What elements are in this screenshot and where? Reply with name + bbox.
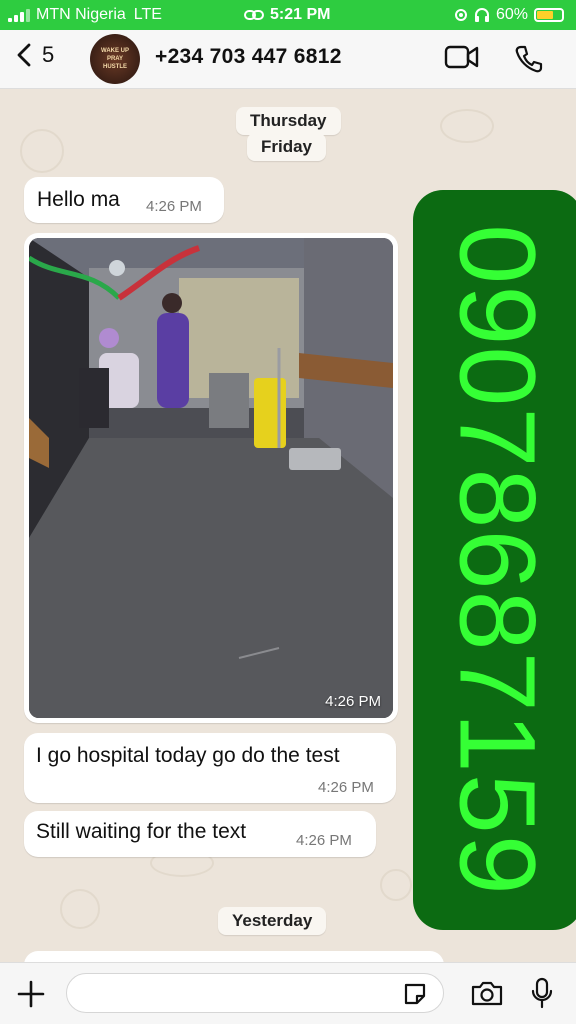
chat-header: 5 WAKE UP PRAY HUSTLE +234 703 447 6812 <box>0 30 576 89</box>
wallpaper-doodle <box>20 129 64 173</box>
message-bubble[interactable]: Hello ma 4:26 PM <box>24 177 224 223</box>
back-button[interactable]: 5 <box>16 42 54 68</box>
phone-number-overlay: 09078687159 <box>413 190 576 930</box>
location-icon <box>454 9 467 21</box>
wallpaper-doodle <box>60 889 100 929</box>
status-bar: MTN Nigeria LTE 5:21 PM 60% <box>0 0 576 30</box>
avatar-text-3: HUSTLE <box>103 64 127 70</box>
battery-icon <box>534 8 564 22</box>
message-time: 4:26 PM <box>318 779 374 796</box>
headphones-icon <box>474 8 489 22</box>
message-input[interactable] <box>66 973 444 1013</box>
photo-message-bubble[interactable]: 4:26 PM <box>24 233 398 723</box>
message-time: 4:26 PM <box>146 198 202 215</box>
sticker-button[interactable] <box>402 981 428 1012</box>
message-bubble[interactable]: I go hospital today go do the test 4:26 … <box>24 733 396 803</box>
sticker-icon <box>404 983 426 1005</box>
date-chip-yesterday: Yesterday <box>218 907 327 935</box>
message-bubble[interactable]: Still waiting for the text 4:26 PM <box>24 811 376 857</box>
carrier: MTN Nigeria LTE <box>36 6 162 24</box>
wallpaper-doodle <box>380 869 412 901</box>
plus-icon <box>17 980 45 1008</box>
contact-name[interactable]: +234 703 447 6812 <box>155 45 342 69</box>
photo-attachment[interactable]: 4:26 PM <box>29 238 393 718</box>
microphone-icon <box>531 977 553 1009</box>
signal-strength-icon <box>8 9 30 22</box>
link-icon <box>244 10 264 20</box>
network-type: LTE <box>133 6 162 23</box>
photo-time: 4:26 PM <box>325 693 381 710</box>
message-bubble-partial[interactable] <box>24 951 444 962</box>
carrier-name: MTN Nigeria <box>36 6 126 23</box>
avatar[interactable]: WAKE UP PRAY HUSTLE <box>90 34 140 84</box>
battery-percent: 60% <box>495 6 528 23</box>
phone-icon <box>515 45 543 73</box>
camera-button[interactable] <box>470 979 504 1012</box>
wallpaper-doodle <box>440 109 494 143</box>
hospital-corridor-photo <box>29 238 393 718</box>
message-text: I go hospital today go do the test <box>36 744 340 767</box>
avatar-text-1: WAKE UP <box>100 48 129 54</box>
message-time: 4:26 PM <box>296 832 352 849</box>
attach-button[interactable] <box>16 979 46 1014</box>
message-text: Still waiting for the text <box>36 820 247 843</box>
date-chip-thursday: Thursday <box>236 107 341 135</box>
unread-count: 5 <box>42 42 55 67</box>
avatar-text-2: PRAY <box>106 56 124 62</box>
video-call-button[interactable] <box>444 44 480 75</box>
chevron-left-icon <box>17 43 31 67</box>
status-right-group: 60% <box>454 6 564 24</box>
camera-icon <box>471 981 503 1006</box>
voice-message-button[interactable] <box>530 977 554 1014</box>
status-time: 5:21 PM <box>270 6 331 23</box>
message-text: Hello ma <box>37 188 120 211</box>
message-input-bar <box>0 962 576 1024</box>
overlay-phone-number: 09078687159 <box>437 224 559 896</box>
status-time-group: 5:21 PM <box>244 6 330 24</box>
video-camera-icon <box>444 45 479 69</box>
voice-call-button[interactable] <box>514 44 544 79</box>
date-chip-friday: Friday <box>247 133 327 161</box>
